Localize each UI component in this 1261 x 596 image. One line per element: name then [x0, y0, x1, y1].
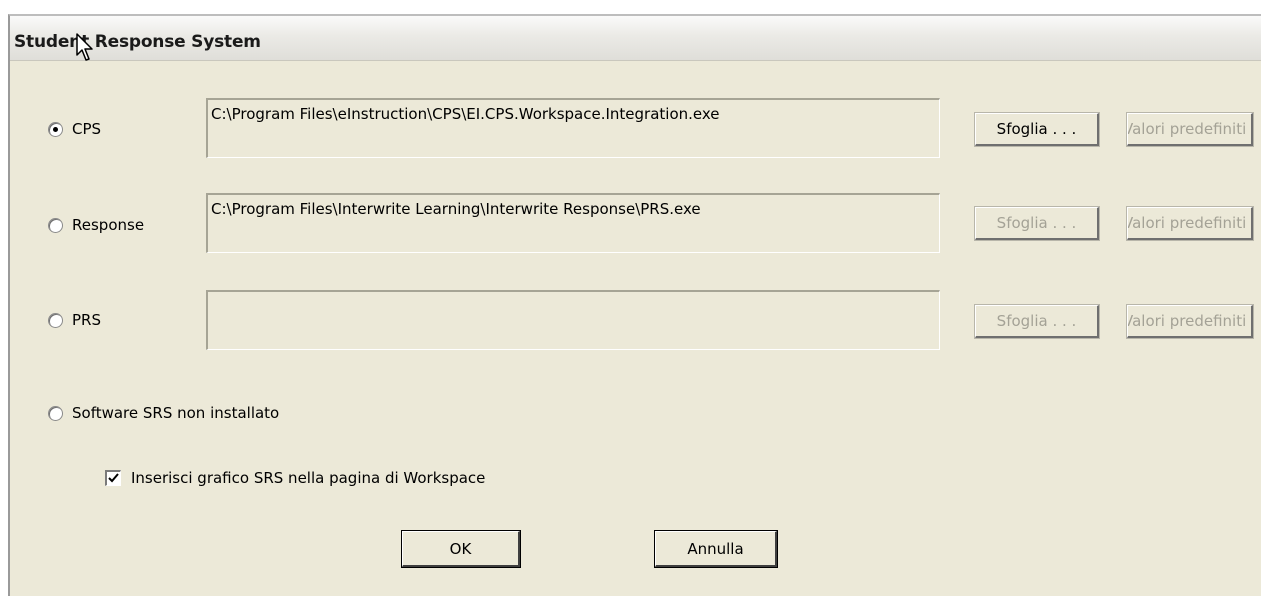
- radio-prs-label: PRS: [72, 311, 101, 329]
- cancel-label: Annulla: [687, 539, 744, 558]
- insert-graphic-label: Inserisci grafico SRS nella pagina di Wo…: [131, 469, 486, 487]
- radio-response-indicator[interactable]: [48, 217, 63, 233]
- cps-browse-button[interactable]: Sfoglia . . .: [974, 112, 1100, 147]
- cps-defaults-button[interactable]: Valori predefiniti: [1126, 112, 1254, 147]
- radio-no-srs-indicator[interactable]: [48, 405, 63, 421]
- check-icon: [108, 473, 119, 483]
- radio-cps[interactable]: CPS: [48, 120, 101, 138]
- radio-no-srs[interactable]: Software SRS non installato: [48, 404, 279, 422]
- response-browse-button[interactable]: Sfoglia . . .: [974, 206, 1100, 241]
- response-defaults-button[interactable]: Valori predefiniti: [1126, 206, 1254, 241]
- radio-prs[interactable]: PRS: [48, 311, 101, 329]
- cps-browse-label: Sfoglia . . .: [996, 120, 1077, 138]
- response-defaults-label: Valori predefiniti: [1127, 214, 1247, 232]
- prs-defaults-label: Valori predefiniti: [1127, 312, 1247, 330]
- response-path-field[interactable]: C:\Program Files\Interwrite Learning\Int…: [206, 193, 940, 253]
- radio-response[interactable]: Response: [48, 216, 144, 234]
- arrow-cursor-icon: [76, 33, 93, 61]
- prs-browse-label: Sfoglia . . .: [996, 312, 1077, 330]
- prs-path-field[interactable]: [206, 290, 940, 350]
- ok-button[interactable]: OK: [401, 530, 521, 568]
- insert-graphic-checkbox-row[interactable]: Inserisci grafico SRS nella pagina di Wo…: [105, 469, 485, 487]
- radio-cps-indicator[interactable]: [48, 121, 63, 137]
- cps-path-field[interactable]: C:\Program Files\eInstruction\CPS\EI.CPS…: [206, 98, 940, 158]
- ok-label: OK: [449, 539, 472, 558]
- radio-cps-label: CPS: [72, 120, 102, 138]
- cancel-button[interactable]: Annulla: [654, 530, 778, 568]
- insert-graphic-checkbox[interactable]: [105, 470, 121, 486]
- response-browse-label: Sfoglia . . .: [996, 214, 1077, 232]
- radio-no-srs-label: Software SRS non installato: [72, 404, 280, 422]
- radio-response-label: Response: [72, 216, 145, 234]
- prs-defaults-button[interactable]: Valori predefiniti: [1126, 304, 1254, 339]
- title-bar[interactable]: Student Response System: [10, 16, 1261, 61]
- window-title: Student Response System: [14, 32, 261, 52]
- radio-prs-indicator[interactable]: [48, 312, 63, 328]
- cps-defaults-label: Valori predefiniti: [1127, 120, 1247, 138]
- prs-browse-button[interactable]: Sfoglia . . .: [974, 304, 1100, 339]
- dialog-window: Student Response System CPS C:\Program F…: [8, 14, 1261, 596]
